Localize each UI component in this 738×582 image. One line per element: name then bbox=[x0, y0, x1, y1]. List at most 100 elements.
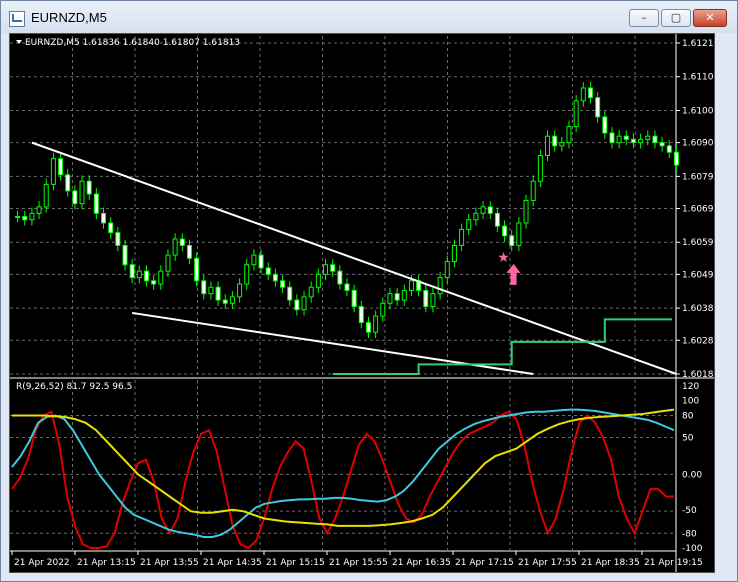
time-label: 21 Apr 13:15 bbox=[77, 558, 136, 568]
title-bar[interactable]: EURNZD,M5 – ▢ ✕ bbox=[1, 1, 737, 33]
candle-body bbox=[194, 257, 200, 282]
candle-body bbox=[151, 280, 157, 285]
candle-body bbox=[50, 158, 56, 185]
price-label: 1.60795 bbox=[682, 172, 714, 182]
chart-area[interactable]: ★ EURNZD,M5 1.61836 1.61840 1.61807 1.618… bbox=[9, 33, 715, 573]
time-label: 21 Apr 16:35 bbox=[392, 558, 451, 568]
candle-body bbox=[265, 267, 271, 275]
minimize-icon: – bbox=[641, 11, 647, 24]
candle-body bbox=[251, 254, 257, 266]
candle-body bbox=[502, 225, 508, 237]
candle-body bbox=[43, 183, 49, 208]
chart-window: EURNZD,M5 – ▢ ✕ ★ EURNZD,M5 1.61836 1.618… bbox=[0, 0, 738, 582]
candle-body bbox=[595, 97, 601, 118]
candle-body bbox=[358, 306, 364, 324]
time-label: 21 Apr 19:15 bbox=[644, 558, 703, 568]
candle-body bbox=[65, 174, 71, 192]
candle-body bbox=[58, 158, 64, 176]
osc-line-yellow bbox=[12, 408, 675, 527]
candle-body bbox=[480, 206, 486, 214]
price-label: 1.60590 bbox=[682, 238, 714, 248]
time-label: 21 Apr 15:55 bbox=[329, 558, 388, 568]
candle-body bbox=[516, 222, 522, 246]
osc-label: -100 bbox=[682, 544, 703, 554]
candle-body bbox=[380, 302, 386, 317]
candle-body bbox=[387, 293, 393, 304]
candle-body bbox=[494, 212, 500, 227]
chart-svg[interactable]: ★ EURNZD,M5 1.61836 1.61840 1.61807 1.618… bbox=[10, 34, 714, 572]
candle-body bbox=[280, 280, 286, 288]
time-label: 21 Apr 15:15 bbox=[266, 558, 325, 568]
minimize-button[interactable]: – bbox=[629, 9, 659, 27]
time-label: 21 Apr 18:35 bbox=[581, 558, 640, 568]
candle-body bbox=[115, 232, 121, 246]
osc-line-red bbox=[11, 410, 674, 550]
osc-label: -80 bbox=[682, 529, 697, 539]
candle-body bbox=[580, 87, 586, 102]
candle-body bbox=[459, 228, 465, 246]
candle-body bbox=[487, 206, 493, 214]
candle-body bbox=[573, 100, 579, 128]
candle-body bbox=[365, 322, 371, 333]
indicator-header: R(9,26,52) 81.7 92.5 96.5 bbox=[16, 382, 132, 392]
maximize-button[interactable]: ▢ bbox=[661, 9, 691, 27]
time-label: 21 Apr 2022 bbox=[14, 558, 70, 568]
candle-body bbox=[72, 190, 78, 205]
candle-body bbox=[179, 238, 185, 246]
osc-label: 120 bbox=[682, 382, 699, 392]
candle-body bbox=[143, 270, 149, 282]
symbol-header: EURNZD,M5 1.61836 1.61840 1.61807 1.6181… bbox=[25, 38, 240, 48]
candle-body bbox=[616, 135, 622, 144]
price-label: 1.60285 bbox=[682, 336, 714, 346]
candle-body bbox=[158, 270, 164, 285]
candle-body bbox=[15, 216, 21, 219]
candle-body bbox=[530, 180, 536, 201]
time-label: 21 Apr 17:15 bbox=[455, 558, 514, 568]
price-label: 1.60385 bbox=[682, 304, 714, 314]
candle-body bbox=[22, 216, 28, 221]
candle-body bbox=[437, 277, 443, 295]
candle-body bbox=[394, 293, 400, 301]
candle-body bbox=[108, 222, 114, 234]
price-label: 1.61000 bbox=[682, 106, 714, 116]
candle-body bbox=[93, 193, 99, 214]
osc-label: 50 bbox=[682, 434, 694, 444]
candle-body bbox=[272, 273, 278, 282]
price-label: 1.61210 bbox=[682, 39, 714, 49]
candle-body bbox=[537, 154, 543, 182]
price-label: 1.60180 bbox=[682, 370, 714, 380]
osc-label: 0.00 bbox=[682, 470, 702, 480]
candle-body bbox=[630, 138, 636, 144]
osc-line-cyan bbox=[11, 408, 675, 538]
candle-body bbox=[545, 135, 551, 156]
candle-body bbox=[473, 212, 479, 221]
candle-body bbox=[645, 135, 651, 140]
time-label: 21 Apr 17:55 bbox=[518, 558, 577, 568]
close-icon: ✕ bbox=[705, 11, 715, 24]
candle-body bbox=[666, 145, 672, 153]
candle-body bbox=[466, 219, 472, 230]
candle-body bbox=[609, 132, 615, 144]
maximize-icon: ▢ bbox=[670, 11, 682, 24]
candle-body bbox=[294, 299, 300, 311]
candle-body bbox=[308, 286, 314, 298]
candle-body bbox=[165, 254, 171, 272]
candle-body bbox=[79, 180, 85, 205]
candle-body bbox=[566, 126, 572, 144]
candle-body bbox=[36, 206, 42, 214]
osc-label: 100 bbox=[682, 397, 699, 407]
candle-body bbox=[244, 264, 250, 285]
candle-body bbox=[186, 244, 192, 259]
candle-body bbox=[401, 289, 407, 301]
candle-body bbox=[587, 87, 593, 99]
candle-body bbox=[552, 135, 558, 147]
time-label: 21 Apr 14:35 bbox=[203, 558, 262, 568]
candle-body bbox=[323, 264, 329, 275]
candle-body bbox=[638, 138, 644, 144]
candle-body bbox=[129, 264, 135, 279]
close-button[interactable]: ✕ bbox=[693, 9, 727, 27]
candle-body bbox=[373, 315, 379, 333]
candle-body bbox=[301, 296, 307, 311]
candle-body bbox=[351, 289, 357, 308]
candle-body bbox=[287, 286, 293, 301]
